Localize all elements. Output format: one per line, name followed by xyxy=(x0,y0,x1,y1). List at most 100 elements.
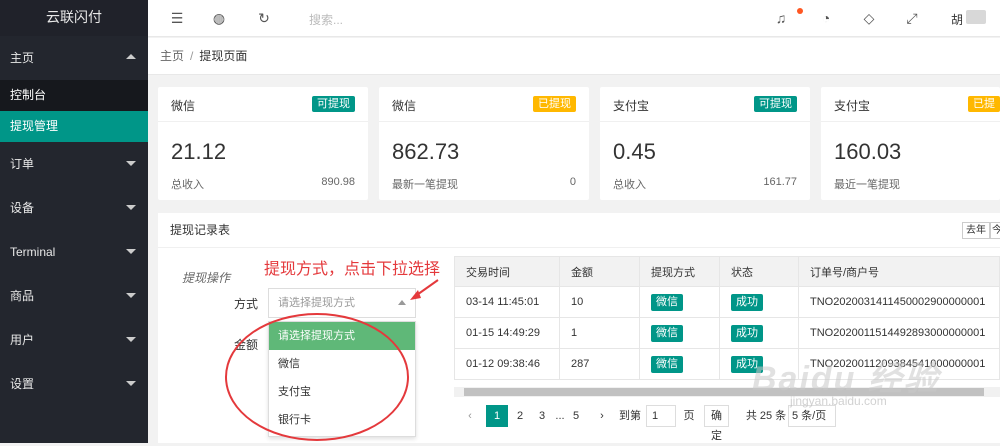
cell-amount: 287 xyxy=(559,348,640,380)
col-order[interactable]: 订单号/商户号 xyxy=(798,256,1000,287)
divider xyxy=(379,121,589,122)
globe-icon[interactable]: ◍ xyxy=(211,10,227,26)
this-year-button[interactable]: 今 xyxy=(990,222,1000,239)
refresh-icon[interactable]: ↻ xyxy=(256,10,272,26)
sidebar-item-terminal[interactable]: Terminal xyxy=(0,230,148,274)
next-page-icon[interactable]: › xyxy=(594,405,610,427)
prev-page-icon[interactable]: ‹ xyxy=(462,405,478,427)
breadcrumb-separator: / xyxy=(190,49,194,63)
card-value: 862.73 xyxy=(392,139,460,164)
sidebar-item-products[interactable]: 商品 xyxy=(0,274,148,318)
breadcrumb-home[interactable]: 主页 xyxy=(160,49,184,63)
annotation-text: 提现方式，点击下拉选择 xyxy=(264,261,441,278)
total-count: 共 25 条 xyxy=(745,410,787,422)
card-title: 支付宝 xyxy=(834,99,871,113)
status-badge: 可提现 xyxy=(754,96,797,112)
card-title: 微信 xyxy=(171,99,196,113)
breadcrumb: 主页 / 提现页面 xyxy=(148,38,1000,75)
cell-time: 01-15 14:49:29 xyxy=(454,317,560,349)
table-header-row: 交易时间 金额 提现方式 状态 订单号/商户号 xyxy=(454,256,1000,287)
table-row: 01-15 14:49:29 1 微信 成功 TNO20200115144928… xyxy=(454,317,1000,349)
status-badge: 已提 xyxy=(968,96,1000,112)
cell-method: 微信 xyxy=(639,317,720,349)
stat-card-wechat-withdrawn: 微信 已提现 862.73 最新一笔提现 0 xyxy=(379,87,589,200)
method-tag: 微信 xyxy=(651,293,683,311)
avatar[interactable] xyxy=(966,10,986,24)
chevron-down-icon xyxy=(126,249,136,254)
card-label: 总收入 xyxy=(613,179,646,191)
chevron-down-icon xyxy=(126,337,136,342)
cell-status: 成功 xyxy=(719,317,799,349)
cell-status: 成功 xyxy=(719,286,799,318)
page-3[interactable]: 3 xyxy=(534,405,550,427)
status-tag: 成功 xyxy=(731,293,763,311)
sidebar-item-users[interactable]: 用户 xyxy=(0,318,148,362)
stat-card-alipay-withdrawn: 支付宝 已提 160.03 最近一笔提现 xyxy=(821,87,1000,200)
stat-card-wechat-available: 微信 可提现 21.12 总收入 890.98 xyxy=(158,87,368,200)
user-name[interactable]: 胡 xyxy=(951,11,963,28)
divider xyxy=(158,121,368,122)
cell-amount: 10 xyxy=(559,286,640,318)
method-tag: 微信 xyxy=(651,324,683,342)
page-5[interactable]: 5 xyxy=(568,405,584,427)
sidebar-item-label: 设置 xyxy=(10,377,35,391)
card-label: 最近一笔提现 xyxy=(834,179,900,191)
watermark-logo: Baidu 经验 xyxy=(752,360,940,398)
top-bar: ☰ ◍ ↻ 搜索... ♫ ◔ ◇ ⤢ 胡 xyxy=(148,0,1000,37)
bell-icon[interactable]: ♫ xyxy=(773,10,789,26)
annotation-circle xyxy=(225,313,409,441)
cell-order: TNO2020011514492893000000001 xyxy=(798,317,1000,349)
sidebar-item-label: 订单 xyxy=(10,157,35,171)
page-unit-label: 页 xyxy=(683,410,695,422)
select-value: 请选择提现方式 xyxy=(278,297,355,309)
col-amount[interactable]: 金额 xyxy=(559,256,640,287)
notification-dot xyxy=(797,8,803,14)
watermark-url: jingyan.baidu.com xyxy=(790,394,887,408)
sidebar-item-label: 用户 xyxy=(10,333,35,347)
goto-label: 到第 xyxy=(619,410,641,422)
goto-confirm-button[interactable]: 确定 xyxy=(704,405,729,442)
last-year-button[interactable]: 去年 xyxy=(962,222,990,239)
goto-page-input[interactable]: 1 xyxy=(646,405,676,427)
cell-order: TNO2020031411450002900000001 xyxy=(798,286,1000,318)
per-page-select[interactable]: 5 条/页 xyxy=(788,405,836,427)
col-method[interactable]: 提现方式 xyxy=(639,256,720,287)
status-tag: 成功 xyxy=(731,324,763,342)
sidebar-item-orders[interactable]: 订单 xyxy=(0,142,148,186)
table-row: 03-14 11:45:01 10 微信 成功 TNO2020031411450… xyxy=(454,286,1000,318)
sidebar-item-settings[interactable]: 设置 xyxy=(0,362,148,406)
search-input[interactable]: 搜索... xyxy=(309,11,343,28)
menu-collapse-icon[interactable]: ☰ xyxy=(169,10,185,26)
sidebar-item-home[interactable]: 主页 xyxy=(0,36,148,80)
status-badge: 可提现 xyxy=(312,96,355,112)
status-badge: 已提现 xyxy=(533,96,576,112)
cell-method: 微信 xyxy=(639,286,720,318)
chevron-up-icon xyxy=(126,54,136,59)
cell-method: 微信 xyxy=(639,348,720,380)
sidebar-item-devices[interactable]: 设备 xyxy=(0,186,148,230)
card-value: 21.12 xyxy=(171,139,227,164)
col-time[interactable]: 交易时间 xyxy=(454,256,560,287)
page-2[interactable]: 2 xyxy=(512,405,528,427)
chevron-down-icon xyxy=(126,161,136,166)
cell-time: 01-12 09:38:46 xyxy=(454,348,560,380)
sidebar-item-label: Terminal xyxy=(10,245,56,259)
card-title: 微信 xyxy=(392,99,417,113)
page-ellipsis: ... xyxy=(555,410,565,422)
chevron-down-icon xyxy=(126,205,136,210)
fullscreen-icon[interactable]: ⤢ xyxy=(904,10,920,26)
tag-icon[interactable]: ◇ xyxy=(861,10,877,26)
card-side-value: 161.77 xyxy=(763,176,797,188)
withdraw-records-panel: 提现记录表 去年 今 提现操作 方式 金额 请选择提现方式 请选择提现方式 微信… xyxy=(158,213,1000,443)
caret-up-icon xyxy=(398,300,406,305)
page-1[interactable]: 1 xyxy=(486,405,508,427)
withdraw-method-select[interactable]: 请选择提现方式 xyxy=(268,288,416,318)
stat-card-alipay-available: 支付宝 可提现 0.45 总收入 161.77 xyxy=(600,87,810,200)
method-tag: 微信 xyxy=(651,355,683,373)
sidebar-item-console[interactable]: 控制台 xyxy=(0,80,148,111)
chevron-down-icon xyxy=(126,381,136,386)
theme-icon[interactable]: ◔ xyxy=(818,10,834,26)
sidebar-item-withdraw-management[interactable]: 提现管理 xyxy=(0,111,148,142)
col-status[interactable]: 状态 xyxy=(719,256,799,287)
card-value: 160.03 xyxy=(834,139,902,164)
